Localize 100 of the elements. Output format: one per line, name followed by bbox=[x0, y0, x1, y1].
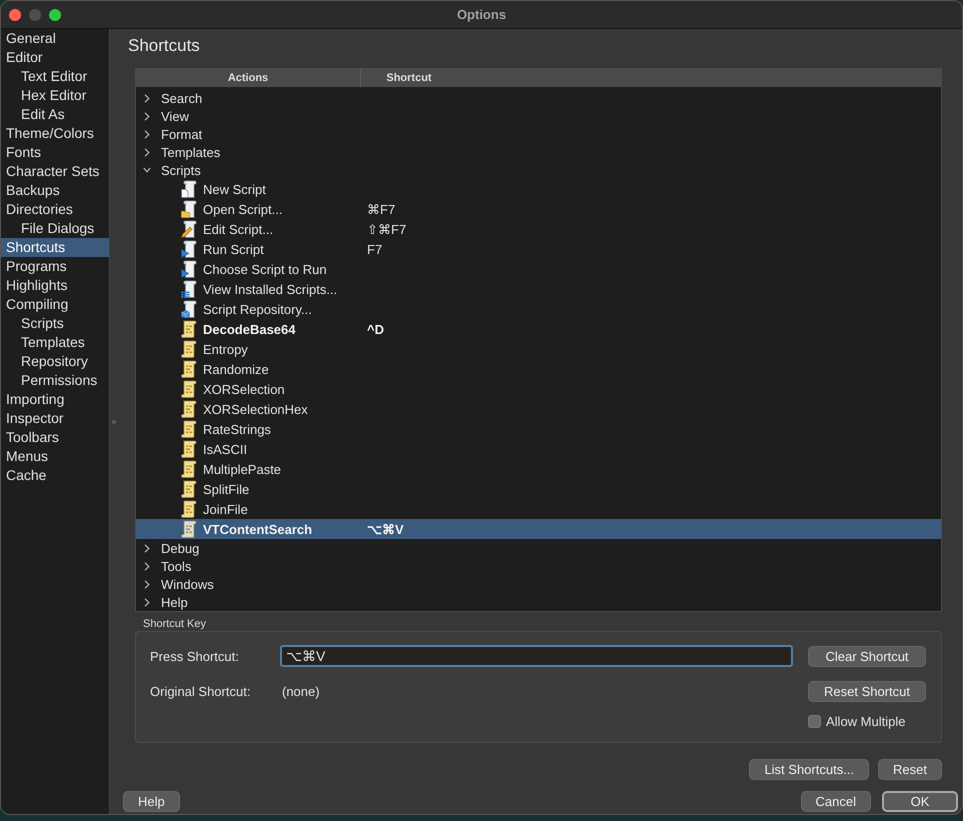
tree-row[interactable]: SplitFile bbox=[136, 479, 941, 499]
tree-row[interactable]: Choose Script to Run bbox=[136, 259, 941, 279]
chevron-right-icon[interactable] bbox=[144, 112, 150, 120]
page-title: Shortcuts bbox=[128, 36, 200, 56]
action-label: VTContentSearch bbox=[203, 522, 312, 536]
chevron-right-icon[interactable] bbox=[144, 598, 150, 606]
tree-row[interactable]: Entropy bbox=[136, 339, 941, 359]
script-scroll-icon bbox=[181, 460, 197, 478]
sidebar-item[interactable]: Scripts bbox=[1, 314, 109, 333]
tree-row[interactable]: New Script bbox=[136, 179, 941, 199]
sidebar-item[interactable]: Theme/Colors bbox=[1, 124, 109, 143]
tree-row[interactable]: Scripts bbox=[136, 161, 941, 179]
action-label: Edit Script... bbox=[203, 222, 274, 236]
category-label: Search bbox=[161, 90, 202, 106]
action-label: Entropy bbox=[203, 342, 248, 356]
list-shortcuts-button[interactable]: List Shortcuts... bbox=[749, 759, 870, 780]
tree-row[interactable]: MultiplePaste bbox=[136, 459, 941, 479]
shortcut-text: ⇧⌘F7 bbox=[367, 222, 406, 236]
field-label: Original Shortcut: bbox=[150, 684, 250, 699]
sidebar-item[interactable]: Templates bbox=[1, 333, 109, 352]
tree-row[interactable]: XORSelectionHex bbox=[136, 399, 941, 419]
zoom-button[interactable] bbox=[49, 8, 61, 20]
clear-shortcut-button[interactable]: Clear Shortcut bbox=[808, 646, 926, 666]
script-scroll-icon bbox=[181, 500, 197, 518]
sidebar-item[interactable]: Fonts bbox=[1, 143, 109, 162]
sidebar-item[interactable]: General bbox=[1, 29, 109, 48]
sidebar-item[interactable]: Text Editor bbox=[1, 67, 109, 86]
tree-row[interactable]: RateStrings bbox=[136, 419, 941, 439]
action-label: View Installed Scripts... bbox=[203, 282, 338, 296]
help-button[interactable]: Help bbox=[123, 791, 180, 812]
sidebar-item[interactable]: Inspector bbox=[1, 409, 109, 428]
sidebar-item[interactable]: Menus bbox=[1, 447, 109, 466]
sidebar-item[interactable]: Permissions bbox=[1, 371, 109, 390]
chevron-down-icon[interactable] bbox=[143, 167, 151, 173]
chevron-right-icon[interactable] bbox=[144, 94, 150, 102]
category-label: Tools bbox=[161, 558, 192, 574]
sidebar-item[interactable]: Directories bbox=[1, 200, 109, 219]
sidebar-item[interactable]: Editor bbox=[1, 48, 109, 67]
tree-row[interactable]: Debug bbox=[136, 539, 941, 557]
sidebar-item[interactable]: Programs bbox=[1, 257, 109, 276]
scroll-list-icon bbox=[181, 280, 197, 298]
sidebar-item[interactable]: Highlights bbox=[1, 276, 109, 295]
sidebar-item[interactable]: Edit As bbox=[1, 105, 109, 124]
tree-row[interactable]: VTContentSearch ⌥⌘V bbox=[136, 519, 941, 539]
script-scroll-icon bbox=[181, 320, 197, 338]
shortcut-text: F7 bbox=[367, 242, 382, 256]
sidebar-item[interactable]: Importing bbox=[1, 390, 109, 409]
action-label: DecodeBase64 bbox=[203, 322, 296, 336]
tree-row[interactable]: Edit Script... ⇧⌘F7 bbox=[136, 219, 941, 239]
tree-row[interactable]: View bbox=[136, 107, 941, 125]
action-label: New Script bbox=[203, 182, 266, 196]
column-header[interactable]: Shortcut bbox=[361, 69, 457, 87]
tree-row[interactable]: Windows bbox=[136, 575, 941, 593]
sidebar-item[interactable]: Hex Editor bbox=[1, 86, 109, 105]
sidebar-item[interactable]: Repository bbox=[1, 352, 109, 371]
tree-row[interactable]: XORSelection bbox=[136, 379, 941, 399]
tree-row[interactable]: Format bbox=[136, 125, 941, 143]
ok-button[interactable]: OK bbox=[882, 791, 958, 812]
tree-row[interactable]: IsASCII bbox=[136, 439, 941, 459]
close-button[interactable] bbox=[9, 8, 21, 20]
script-scroll-icon bbox=[181, 520, 197, 538]
allow-multiple-checkbox[interactable] bbox=[808, 715, 821, 728]
chevron-right-icon[interactable] bbox=[144, 544, 150, 552]
tree-row[interactable]: Search bbox=[136, 89, 941, 107]
script-scroll-icon bbox=[181, 440, 197, 458]
tree-row[interactable]: Script Repository... bbox=[136, 299, 941, 319]
tree-row[interactable]: Templates bbox=[136, 143, 941, 161]
tree-row[interactable]: Randomize bbox=[136, 359, 941, 379]
tree-row[interactable]: DecodeBase64 ^D bbox=[136, 319, 941, 339]
shortcut-field[interactable]: ⌥⌘V bbox=[280, 645, 793, 667]
action-label: MultiplePaste bbox=[203, 462, 282, 476]
sidebar-item[interactable]: Compiling bbox=[1, 295, 109, 314]
sidebar-item[interactable]: Shortcuts bbox=[1, 238, 109, 257]
action-label: Open Script... bbox=[203, 202, 282, 216]
action-label: SplitFile bbox=[203, 482, 250, 496]
chevron-right-icon[interactable] bbox=[144, 148, 150, 156]
tree-row[interactable]: Open Script... ⌘F7 bbox=[136, 199, 941, 219]
tree-row[interactable]: Help bbox=[136, 593, 941, 611]
reset-button[interactable]: Reset bbox=[878, 759, 942, 780]
sidebar-item[interactable]: Toolbars bbox=[1, 428, 109, 447]
field-label: Press Shortcut: bbox=[150, 648, 239, 664]
tree-row[interactable]: Tools bbox=[136, 557, 941, 575]
sidebar-item[interactable]: File Dialogs bbox=[1, 219, 109, 238]
sidebar-item[interactable]: Cache bbox=[1, 466, 109, 485]
tree-row[interactable]: View Installed Scripts... bbox=[136, 279, 941, 299]
reset-shortcut-button[interactable]: Reset Shortcut bbox=[808, 681, 926, 702]
chevron-right-icon[interactable] bbox=[144, 580, 150, 588]
sidebar-item[interactable]: Character Sets bbox=[1, 162, 109, 181]
tree-row[interactable]: Run Script F7 bbox=[136, 239, 941, 259]
action-label: IsASCII bbox=[203, 442, 248, 456]
cancel-button[interactable]: Cancel bbox=[800, 791, 871, 812]
chevron-right-icon[interactable] bbox=[144, 562, 150, 570]
splitter-handle[interactable] bbox=[112, 420, 116, 424]
category-label: Templates bbox=[161, 144, 220, 160]
shortcut-text: ⌥⌘V bbox=[367, 522, 404, 536]
script-scroll-icon bbox=[181, 360, 197, 378]
tree-row[interactable]: JoinFile bbox=[136, 499, 941, 519]
column-header[interactable]: Actions bbox=[136, 69, 361, 87]
chevron-right-icon[interactable] bbox=[144, 130, 150, 138]
sidebar-item[interactable]: Backups bbox=[1, 181, 109, 200]
